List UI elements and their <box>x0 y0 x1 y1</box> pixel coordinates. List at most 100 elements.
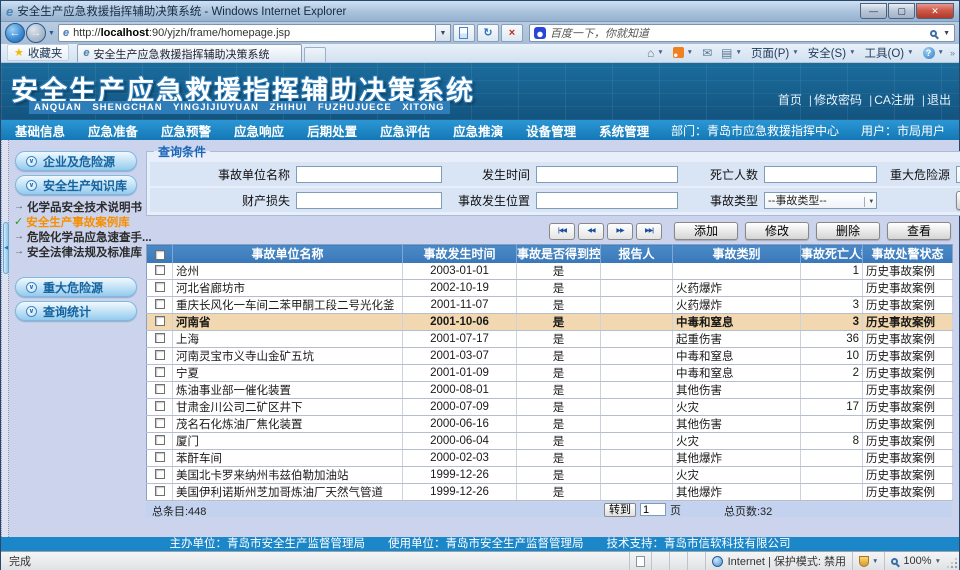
row-checkbox[interactable] <box>155 401 165 411</box>
nav-item[interactable]: 应急准备 <box>79 119 147 142</box>
location-input[interactable] <box>536 192 678 209</box>
row-checkbox[interactable] <box>155 367 165 377</box>
resize-grip[interactable] <box>947 552 959 570</box>
pager-nav-button[interactable]: ▶▶ <box>607 223 633 240</box>
major-hazard-select[interactable]: -是否为重大危险源- <box>956 166 960 183</box>
table-row[interactable]: 茂名石化炼油厂焦化装置 2000-06-16 是 其他伤害 历史事故案例 <box>147 415 953 432</box>
sidebar-item[interactable]: → 化学品安全技术说明书 <box>10 199 142 214</box>
sidebar-item[interactable]: ∨ 企业及危险源 <box>15 151 137 171</box>
accident-type-select[interactable]: --事故类型-- <box>764 192 877 209</box>
row-checkbox[interactable] <box>155 316 165 326</box>
row-checkbox[interactable] <box>155 452 165 462</box>
row-checkbox[interactable] <box>155 418 165 428</box>
sidebar-item[interactable]: → 危险化学品应急速查手... <box>10 229 142 244</box>
table-row[interactable]: 炼油事业部一催化装置 2000-08-01 是 其他伤害 历史事故案例 <box>147 381 953 398</box>
table-row[interactable]: 美国北卡罗来纳州韦兹伯勒加油站 1999-12-26 是 火灾 历史事故案例 <box>147 466 953 483</box>
page-number-input[interactable] <box>640 503 666 516</box>
sidebar-item[interactable]: ✓ 安全生产事故案例库 <box>10 214 142 229</box>
print-button[interactable]: ▤▼ <box>721 46 742 60</box>
nav-item[interactable]: 应急评估 <box>371 119 439 142</box>
table-row[interactable]: 美国伊利诺斯州芝加哥炼油厂天然气管道 1999-12-26 是 其他爆炸 历史事… <box>147 483 953 500</box>
nav-item[interactable]: 应急响应 <box>225 119 293 142</box>
refresh-button[interactable]: ↻ <box>477 24 499 42</box>
history-dropdown-icon[interactable]: ▼ <box>48 30 55 37</box>
table-row[interactable]: 苯酐车间 2000-02-03 是 其他爆炸 历史事故案例 <box>147 449 953 466</box>
feeds-button[interactable]: ▼ <box>673 47 693 58</box>
sidebar-item-icon: → <box>14 231 24 242</box>
row-checkbox[interactable] <box>155 350 165 360</box>
stop-button[interactable]: × <box>501 24 523 42</box>
safety-menu-button[interactable]: 安全(S)▼ <box>808 45 856 61</box>
table-row[interactable]: 沧州 2003-01-01 是 1 历史事故案例 <box>147 263 953 280</box>
overflow-chevron-icon[interactable]: » <box>950 48 955 58</box>
table-row[interactable]: 甘肃金川公司二矿区井下 2000-07-09 是 火灾 17 历史事故案例 <box>147 398 953 415</box>
table-row[interactable]: 宁夏 2001-01-09 是 中毒和窒息 2 历史事故案例 <box>147 364 953 381</box>
deaths-input[interactable] <box>764 166 877 183</box>
row-checkbox[interactable] <box>155 486 165 496</box>
table-row[interactable]: 重庆长风化一车间二苯甲酮工段二号光化釜 2001-11-07 是 火药爆炸 3 … <box>147 296 953 313</box>
table-row[interactable]: 河南灵宝市义寺山金矿五坑 2001-03-07 是 中毒和窒息 10 历史事故案… <box>147 347 953 364</box>
toolbar-action-button[interactable]: 添加 <box>674 222 738 240</box>
favorites-button[interactable]: ★ 收藏夹 <box>7 44 69 61</box>
goto-page-button[interactable]: 转到 <box>604 503 636 517</box>
top-link[interactable]: 首页 <box>778 91 802 108</box>
occur-time-input[interactable] <box>536 166 678 183</box>
row-checkbox[interactable] <box>155 299 165 309</box>
compatibility-view-button[interactable] <box>453 24 475 42</box>
row-checkbox[interactable] <box>155 265 165 275</box>
nav-item[interactable]: 基础信息 <box>6 119 74 142</box>
search-button[interactable]: 查询 <box>956 191 960 210</box>
search-box[interactable]: 百度一下，你就知道 ▼ <box>529 24 955 42</box>
page-menu-button[interactable]: 页面(P)▼ <box>751 45 799 61</box>
nav-item[interactable]: 应急推演 <box>444 119 512 142</box>
sidebar-item[interactable]: ∨ 重大危险源 <box>15 277 137 297</box>
nav-item[interactable]: 应急预警 <box>152 119 220 142</box>
search-magnifier-icon[interactable] <box>930 30 937 37</box>
sidebar-item[interactable]: ∨ 查询统计 <box>15 301 137 321</box>
table-row[interactable]: 上海 2001-07-17 是 起重伤害 36 历史事故案例 <box>147 330 953 347</box>
row-checkbox[interactable] <box>155 469 165 479</box>
tools-menu-button[interactable]: 工具(O)▼ <box>865 45 914 61</box>
browser-tab[interactable]: e 安全生产应急救援指挥辅助决策系统 <box>77 44 302 62</box>
zoom-control[interactable]: 100% ▼ <box>884 552 947 570</box>
forward-button[interactable]: → <box>26 23 46 43</box>
select-all-checkbox[interactable] <box>155 250 165 260</box>
nav-item[interactable]: 后期处置 <box>298 119 366 142</box>
toolbar-action-button[interactable]: 查看 <box>887 222 951 240</box>
top-link[interactable]: 退出 <box>915 91 951 108</box>
table-row[interactable]: 厦门 2000-06-04 是 火灾 8 历史事故案例 <box>147 432 953 449</box>
help-button[interactable]: ?▼ <box>923 47 944 59</box>
pager-nav-button[interactable]: ▶▶| <box>636 223 662 240</box>
sidebar-collapse-handle[interactable]: ◀ <box>3 222 9 274</box>
row-checkbox[interactable] <box>155 435 165 445</box>
table-row[interactable]: 河南省 2001-10-06 是 中毒和窒息 3 历史事故案例 <box>147 313 953 330</box>
table-row[interactable]: 河北省廊坊市 2002-10-19 是 火药爆炸 历史事故案例 <box>147 279 953 296</box>
pager-nav-button[interactable]: |◀◀ <box>549 223 575 240</box>
protected-mode-segment[interactable]: ▼ <box>852 552 884 570</box>
unit-name-input[interactable] <box>296 166 442 183</box>
mail-button[interactable]: ✉ <box>702 46 712 60</box>
nav-item[interactable]: 系统管理 <box>590 119 658 142</box>
toolbar-action-button[interactable]: 修改 <box>745 222 809 240</box>
select-all-header[interactable] <box>147 245 173 263</box>
top-link[interactable]: 修改密码 <box>802 91 862 108</box>
nav-item[interactable]: 设备管理 <box>517 119 585 142</box>
new-tab-button[interactable] <box>304 47 326 62</box>
row-checkbox[interactable] <box>155 384 165 394</box>
address-input[interactable]: e http://localhost:90/yjzh/frame/homepag… <box>58 24 436 42</box>
search-dropdown-icon[interactable]: ▼ <box>943 30 950 37</box>
sidebar-item[interactable]: ∨ 安全生产知识库 <box>15 175 137 195</box>
address-dropdown-button[interactable]: ▼ <box>436 24 451 42</box>
pager-nav-button[interactable]: ◀◀ <box>578 223 604 240</box>
toolbar-action-button[interactable]: 删除 <box>816 222 880 240</box>
row-checkbox[interactable] <box>155 282 165 292</box>
property-loss-input[interactable] <box>296 192 442 209</box>
home-button[interactable]: ⌂▼ <box>647 46 664 60</box>
maximize-button[interactable]: ▢ <box>888 3 915 19</box>
close-button[interactable]: ✕ <box>916 3 954 19</box>
sidebar-item[interactable]: → 安全法律法规及标准库 <box>10 244 142 259</box>
back-button[interactable]: ← <box>5 23 25 43</box>
row-checkbox[interactable] <box>155 333 165 343</box>
top-link[interactable]: CA注册 <box>862 91 915 108</box>
minimize-button[interactable]: — <box>860 3 887 19</box>
